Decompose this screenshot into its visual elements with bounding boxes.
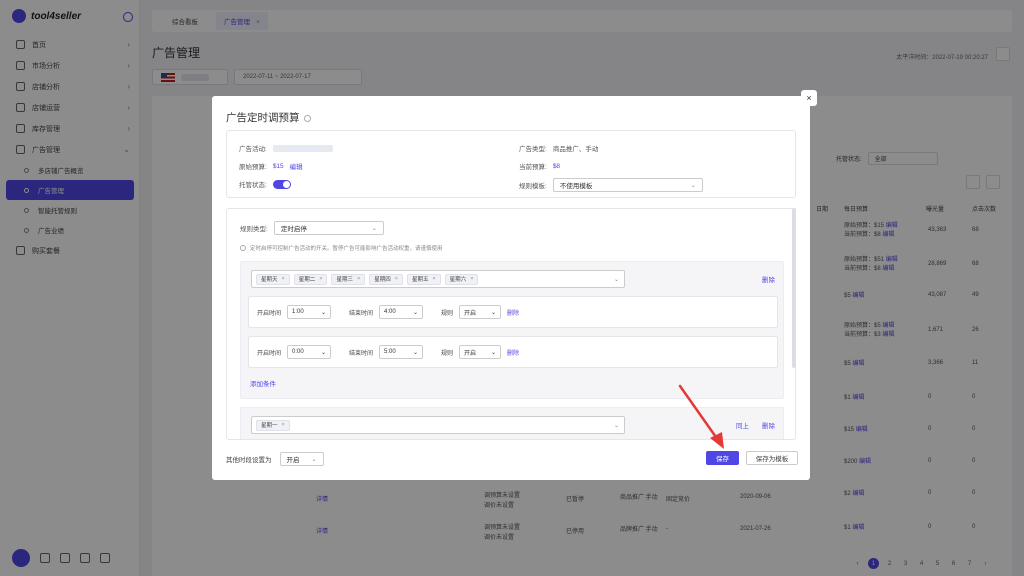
day-chip: 星期一 × (256, 419, 290, 431)
day-chip: 星期三 × (331, 273, 366, 285)
chevron-down-icon: ⌄ (413, 349, 419, 356)
day-chip: 星期五 × (406, 273, 441, 285)
remove-chip-icon[interactable]: × (282, 276, 285, 282)
rule-action-select[interactable]: 开启 ⌄ (459, 305, 502, 319)
rules-scrollbar[interactable] (792, 208, 796, 368)
rule-group-1: 星期天 × 星期二 × 星期三 × 星期四 × 星期五 × 星期六 × ⌄ 删除 开启时间 … (240, 261, 784, 399)
managed-toggle[interactable] (272, 179, 291, 189)
remove-chip-icon[interactable]: × (319, 276, 322, 282)
add-condition-link[interactable]: 添加条件 (250, 378, 276, 388)
save-as-template-button[interactable]: 保存为模板 (746, 451, 798, 465)
rule-group-2: 星期一 × ⌄ 同上 删除 (240, 407, 784, 439)
delete-group-link[interactable]: 删除 (762, 274, 775, 284)
rule-template-select[interactable]: 不使用模板 ⌄ (552, 178, 703, 192)
remove-chip-icon[interactable]: × (432, 276, 435, 282)
chevron-down-icon: ⌄ (613, 422, 619, 429)
day-chip: 星期六 × (444, 273, 479, 285)
rule-type-field: 规则类型: 定时启停 ⌄ (240, 221, 384, 235)
remove-chip-icon[interactable]: × (357, 276, 360, 282)
chevron-down-icon: ⌄ (371, 225, 377, 232)
delete-time-link[interactable]: 删除 (507, 348, 519, 357)
remove-chip-icon[interactable]: × (282, 422, 285, 428)
ad-type-field: 广告类型: 商品推广、手动 (519, 146, 599, 153)
rule-action-select[interactable]: 开启 ⌄ (459, 345, 502, 359)
same-as-above-link[interactable]: 同上 (736, 420, 749, 430)
other-time-select[interactable]: 开启 ⌄ (279, 452, 324, 466)
save-button[interactable]: 保存 (706, 451, 739, 465)
delete-group-link[interactable]: 删除 (762, 420, 775, 430)
delete-time-link[interactable]: 删除 (507, 308, 519, 317)
rules-section: 规则类型: 定时启停 ⌄ 定时启停可控制广告活动的开关。暂停广告可能影响广告活动权… (226, 208, 796, 440)
close-icon[interactable]: × (801, 90, 817, 106)
weekday-multiselect[interactable]: 星期一 × ⌄ (251, 416, 625, 434)
chevron-down-icon: ⌄ (311, 456, 317, 463)
chevron-down-icon: ⌄ (491, 309, 497, 316)
campaign-name-blurred (272, 144, 333, 152)
chevron-down-icon: ⌄ (690, 182, 696, 189)
remove-chip-icon[interactable]: × (395, 276, 398, 282)
current-budget-field: 当前预算: $8 (519, 162, 561, 172)
info-icon (240, 245, 246, 251)
time-rule-row: 开启时间 1:00 ⌄ 结束时间 4:00 ⌄ 规则 开启 ⌄ 删除 (248, 296, 778, 328)
weekday-multiselect[interactable]: 星期天 × 星期二 × 星期三 × 星期四 × 星期五 × 星期六 × ⌄ (251, 270, 625, 288)
start-time-select[interactable]: 0:00 ⌄ (287, 345, 332, 359)
time-rule-row: 开启时间 0:00 ⌄ 结束时间 5:00 ⌄ 规则 开启 ⌄ 删除 (248, 336, 778, 368)
managed-status-field: 托管状态: (239, 179, 291, 189)
end-time-select[interactable]: 4:00 ⌄ (379, 305, 424, 319)
day-chip: 星期四 × (369, 273, 403, 285)
rule-hint: 定时启停可控制广告活动的开关。暂停广告可能影响广告活动权重，请谨慎使用 (240, 244, 443, 252)
original-budget-field: 原始预算: $15 编辑 (239, 161, 303, 172)
edit-budget-link[interactable]: 编辑 (290, 161, 303, 171)
chevron-down-icon: ⌄ (320, 309, 327, 316)
chevron-down-icon: ⌄ (613, 276, 619, 283)
schedule-budget-modal: 广告定时调预算 广告活动: 广告类型: 商品推广、手动 原始预算: $15 编辑 … (212, 96, 810, 480)
question-icon[interactable] (303, 114, 311, 122)
end-time-select[interactable]: 5:00 ⌄ (379, 345, 424, 359)
rule-template-field: 规则模板: 不使用模板 ⌄ (519, 178, 703, 192)
campaign-info: 广告活动: 广告类型: 商品推广、手动 原始预算: $15 编辑 当前预算: $8… (226, 130, 796, 198)
day-chip: 星期二 × (293, 273, 328, 285)
day-chip: 星期天 × (256, 273, 290, 285)
start-time-select[interactable]: 1:00 ⌄ (287, 305, 332, 319)
remove-chip-icon[interactable]: × (470, 276, 473, 282)
chevron-down-icon: ⌄ (491, 349, 497, 356)
rule-type-select[interactable]: 定时启停 ⌄ (273, 221, 384, 235)
chevron-down-icon: ⌄ (413, 309, 419, 316)
modal-title: 广告定时调预算 (226, 110, 311, 125)
campaign-name-field: 广告活动: (239, 143, 333, 153)
chevron-down-icon: ⌄ (320, 349, 327, 356)
